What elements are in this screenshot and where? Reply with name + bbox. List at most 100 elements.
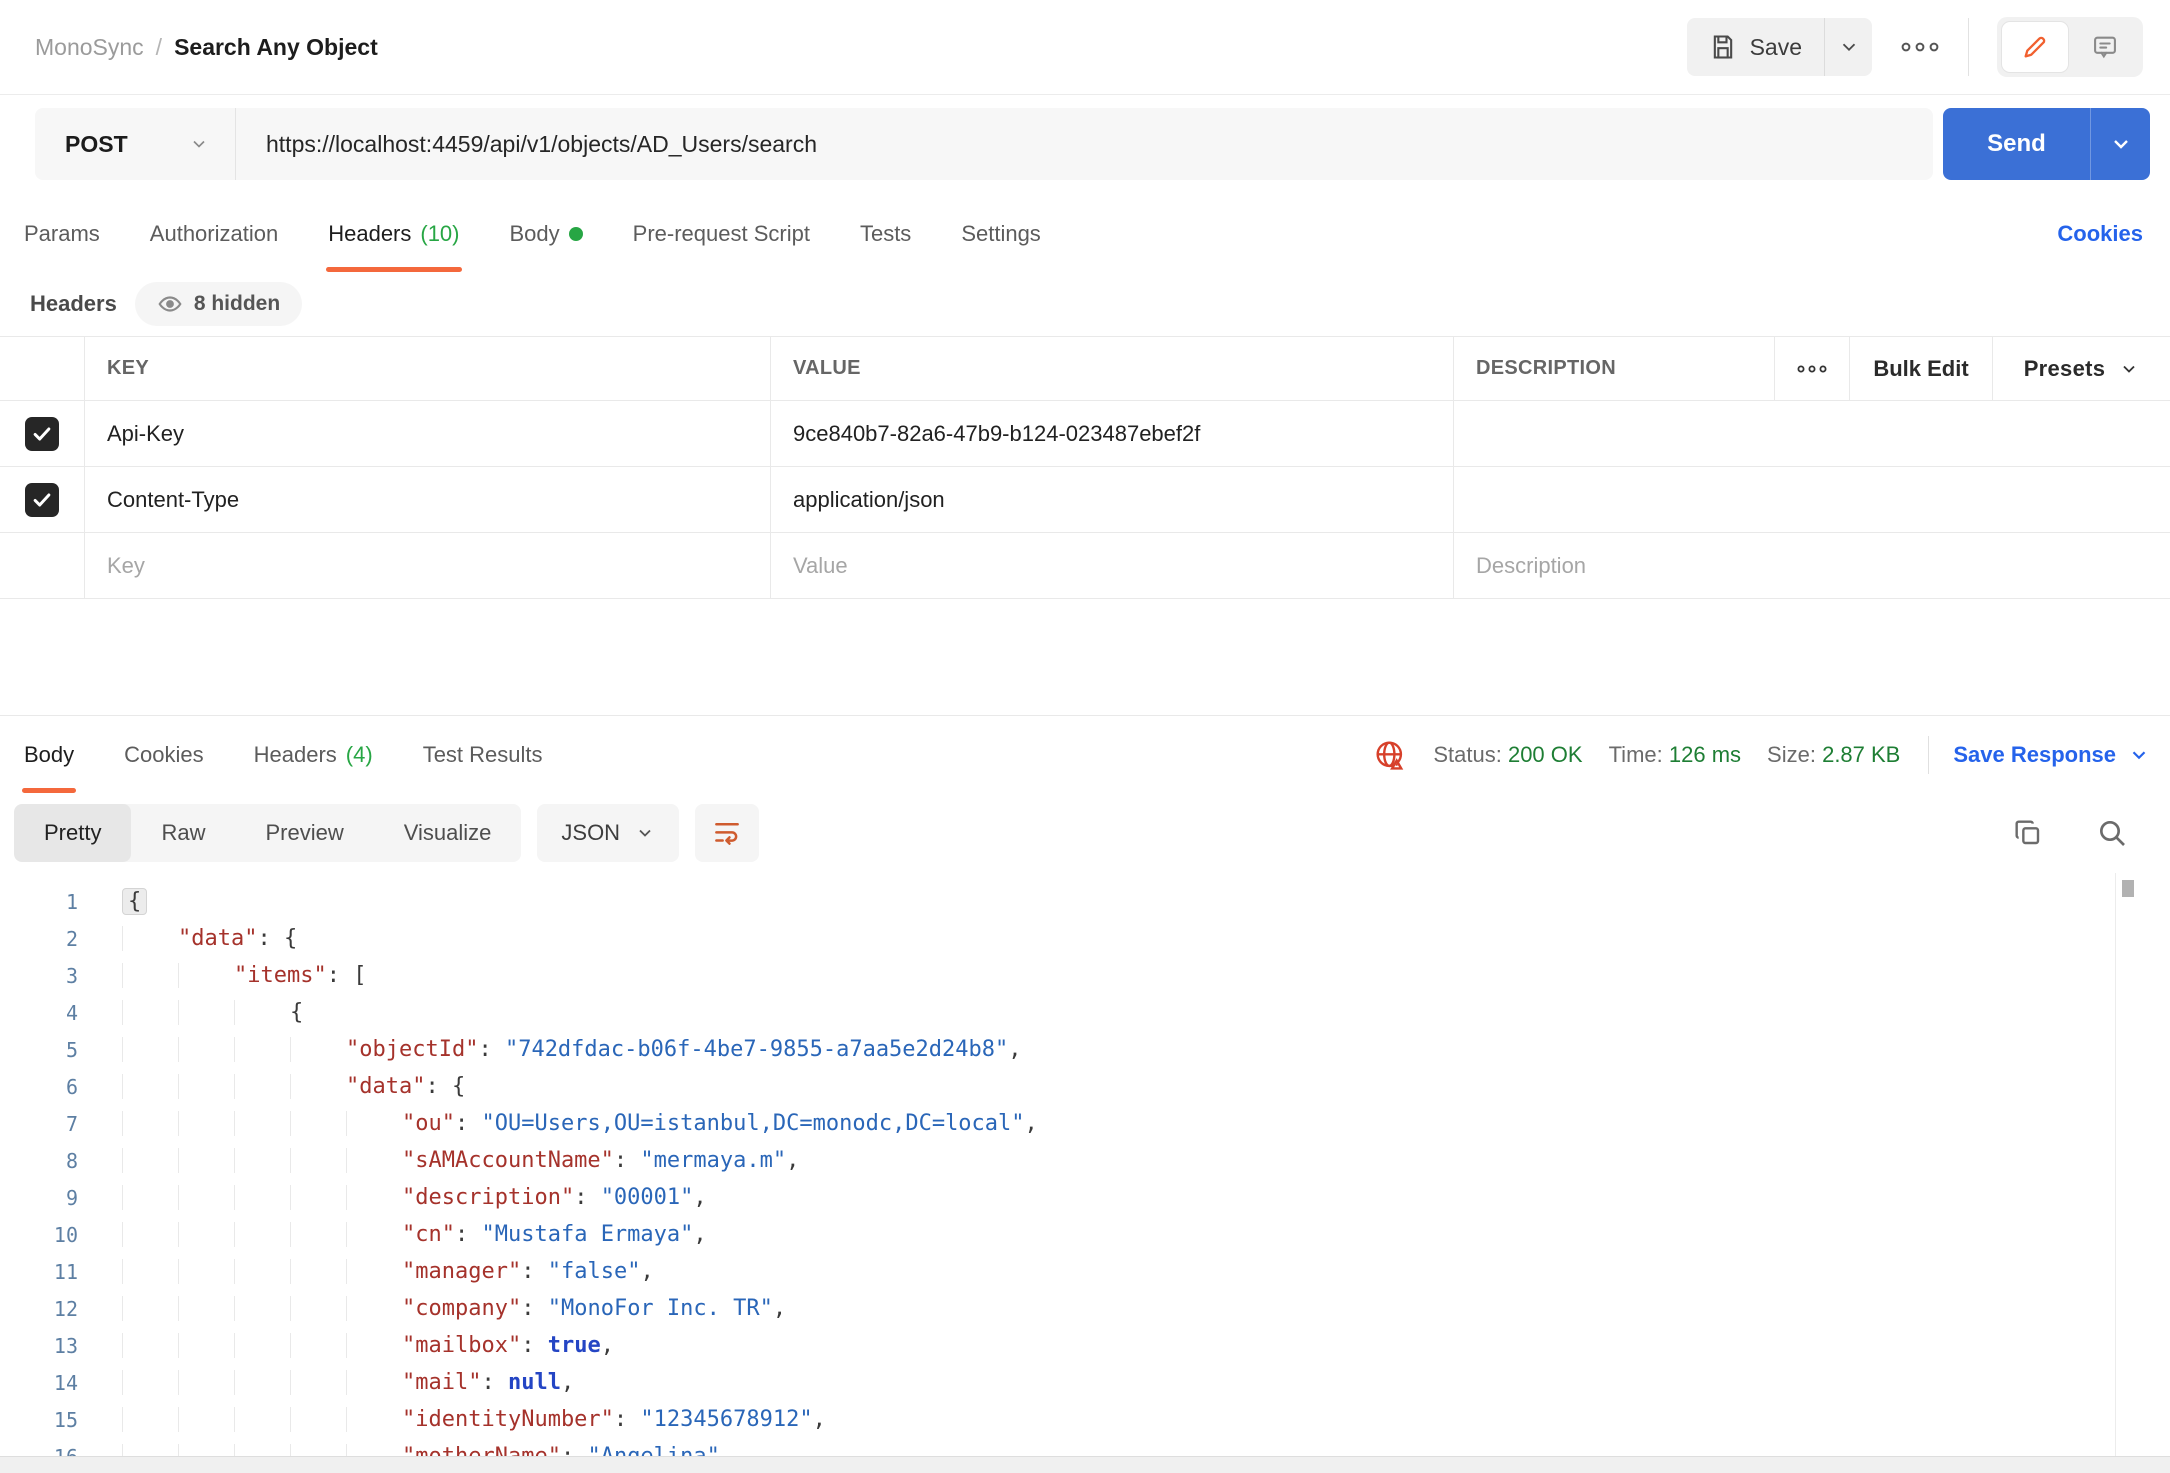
tab-settings[interactable]: Settings [959,196,1043,272]
save-button[interactable]: Save [1687,18,1824,76]
indent-guide [178,1333,234,1358]
tab-label: Headers [328,221,411,247]
token-p: : [455,1111,482,1136]
code-tokens: "manager": "false", [402,1259,654,1284]
chevron-down-icon [2128,744,2150,766]
save-options-button[interactable] [1824,18,1872,76]
wrap-text-button[interactable] [695,804,759,862]
indent-guide [178,1259,234,1284]
line-number: 11 [0,1260,78,1284]
presets-label: Presets [2024,356,2106,382]
presets-button[interactable]: Presets [1993,337,2170,400]
code-content: "cn": "Mustafa Ermaya", [122,1222,707,1247]
token-s: "Angelina" [587,1444,719,1456]
indent-guide [346,1444,402,1456]
view-tab-preview[interactable]: Preview [235,804,373,862]
code-line: 7"ou": "OU=Users,OU=istanbul,DC=monodc,D… [0,1105,2170,1142]
topbar: MonoSync / Search Any Object Save [0,0,2170,95]
view-tab-visualize[interactable]: Visualize [374,804,522,862]
more-options-icon [1900,39,1940,55]
tab-authorization[interactable]: Authorization [148,196,280,272]
format-value: JSON [561,820,620,846]
comments-button[interactable] [2072,22,2138,72]
tab-params[interactable]: Params [22,196,102,272]
header-description-cell[interactable] [1454,467,2170,532]
hidden-headers-toggle[interactable]: 8 hidden [135,282,302,326]
indent-guide [178,963,234,988]
copy-response-button[interactable] [2012,817,2044,849]
token-p: : [521,1259,548,1284]
tab-tests[interactable]: Tests [858,196,913,272]
globe-warning-icon[interactable] [1373,738,1407,772]
code-content: "items": [ [122,963,366,988]
column-options-button[interactable] [1775,337,1850,400]
response-tab-body[interactable]: Body [22,716,76,793]
headers-table: KEY VALUE DESCRIPTION Bulk Edit Presets … [0,336,2170,599]
save-button-group: Save [1687,18,1872,76]
url-input[interactable]: https://localhost:4459/api/v1/objects/AD… [236,131,1933,158]
header-value-cell[interactable]: application/json [771,467,1454,532]
vertical-scrollbar-thumb[interactable] [2122,880,2134,897]
search-response-button[interactable] [2096,817,2128,849]
checkbox-checked[interactable] [25,417,59,451]
code-tokens: "motherName": "Angelina", [402,1444,733,1456]
response-tab-test-results[interactable]: Test Results [421,716,545,793]
cookies-link[interactable]: Cookies [2057,221,2143,247]
header-description-cell[interactable] [1454,401,2170,466]
response-tab-headers[interactable]: Headers(4) [252,716,375,793]
line-number: 12 [0,1297,78,1321]
code-tokens: "company": "MonoFor Inc. TR", [402,1296,786,1321]
header-key-input[interactable]: Key [85,533,771,598]
tab-headers[interactable]: Headers(10) [326,196,461,272]
token-p: , [813,1407,826,1432]
format-select[interactable]: JSON [537,804,679,862]
more-options-button[interactable] [1900,39,1940,55]
breadcrumb-collection[interactable]: MonoSync [35,34,144,61]
tab-label: Tests [860,221,911,247]
indent-guide [346,1259,402,1284]
indent-guide [122,1111,178,1136]
header-value-input[interactable]: Value [771,533,1454,598]
send-options-button[interactable] [2090,108,2150,180]
size-value: 2.87 KB [1822,742,1900,767]
checkbox-checked[interactable] [25,483,59,517]
indent-guide [178,1037,234,1062]
indent-guide [122,1259,178,1284]
save-response-button[interactable]: Save Response [1953,742,2150,768]
fold-marker[interactable]: { [122,888,147,915]
indent-guide [178,1370,234,1395]
token-p: : [561,1444,588,1456]
indent-guide [122,1185,178,1210]
horizontal-scrollbar[interactable] [0,1456,2170,1473]
token-p: , [786,1148,799,1173]
bulk-edit-button[interactable]: Bulk Edit [1850,337,1993,400]
code-content: "sAMAccountName": "mermaya.m", [122,1148,799,1173]
token-s: "OU=Users,OU=istanbul,DC=monodc,DC=local… [481,1111,1024,1136]
code-line: 9"description": "00001", [0,1179,2170,1216]
code-content: { [122,1000,303,1025]
token-k: "identityNumber" [402,1407,614,1432]
line-number: 8 [0,1149,78,1173]
code-content: "data": { [122,1074,465,1099]
header-key-cell[interactable]: Content-Type [85,467,771,532]
method-select[interactable]: POST [35,131,235,158]
header-value-cell[interactable]: 9ce840b7-82a6-47b9-b124-023487ebef2f [771,401,1454,466]
view-tab-pretty[interactable]: Pretty [14,804,131,862]
header-description-input[interactable]: Description [1454,533,2170,598]
header-key-cell[interactable]: Api-Key [85,401,771,466]
tab-body[interactable]: Body [508,196,585,272]
token-p: : [478,1037,505,1062]
size-stat: Size: 2.87 KB [1767,742,1900,768]
view-tab-raw[interactable]: Raw [131,804,235,862]
time-label: Time: [1609,742,1663,767]
token-k: "cn" [402,1222,455,1247]
token-p: : [455,1222,482,1247]
tab-pre-request-script[interactable]: Pre-request Script [631,196,812,272]
token-k: "manager" [402,1259,521,1284]
line-number: 10 [0,1223,78,1247]
indent-guide [234,1074,290,1099]
response-tab-cookies[interactable]: Cookies [122,716,205,793]
send-button[interactable]: Send [1943,108,2090,180]
line-number: 13 [0,1334,78,1358]
edit-mode-button[interactable] [2002,22,2068,72]
